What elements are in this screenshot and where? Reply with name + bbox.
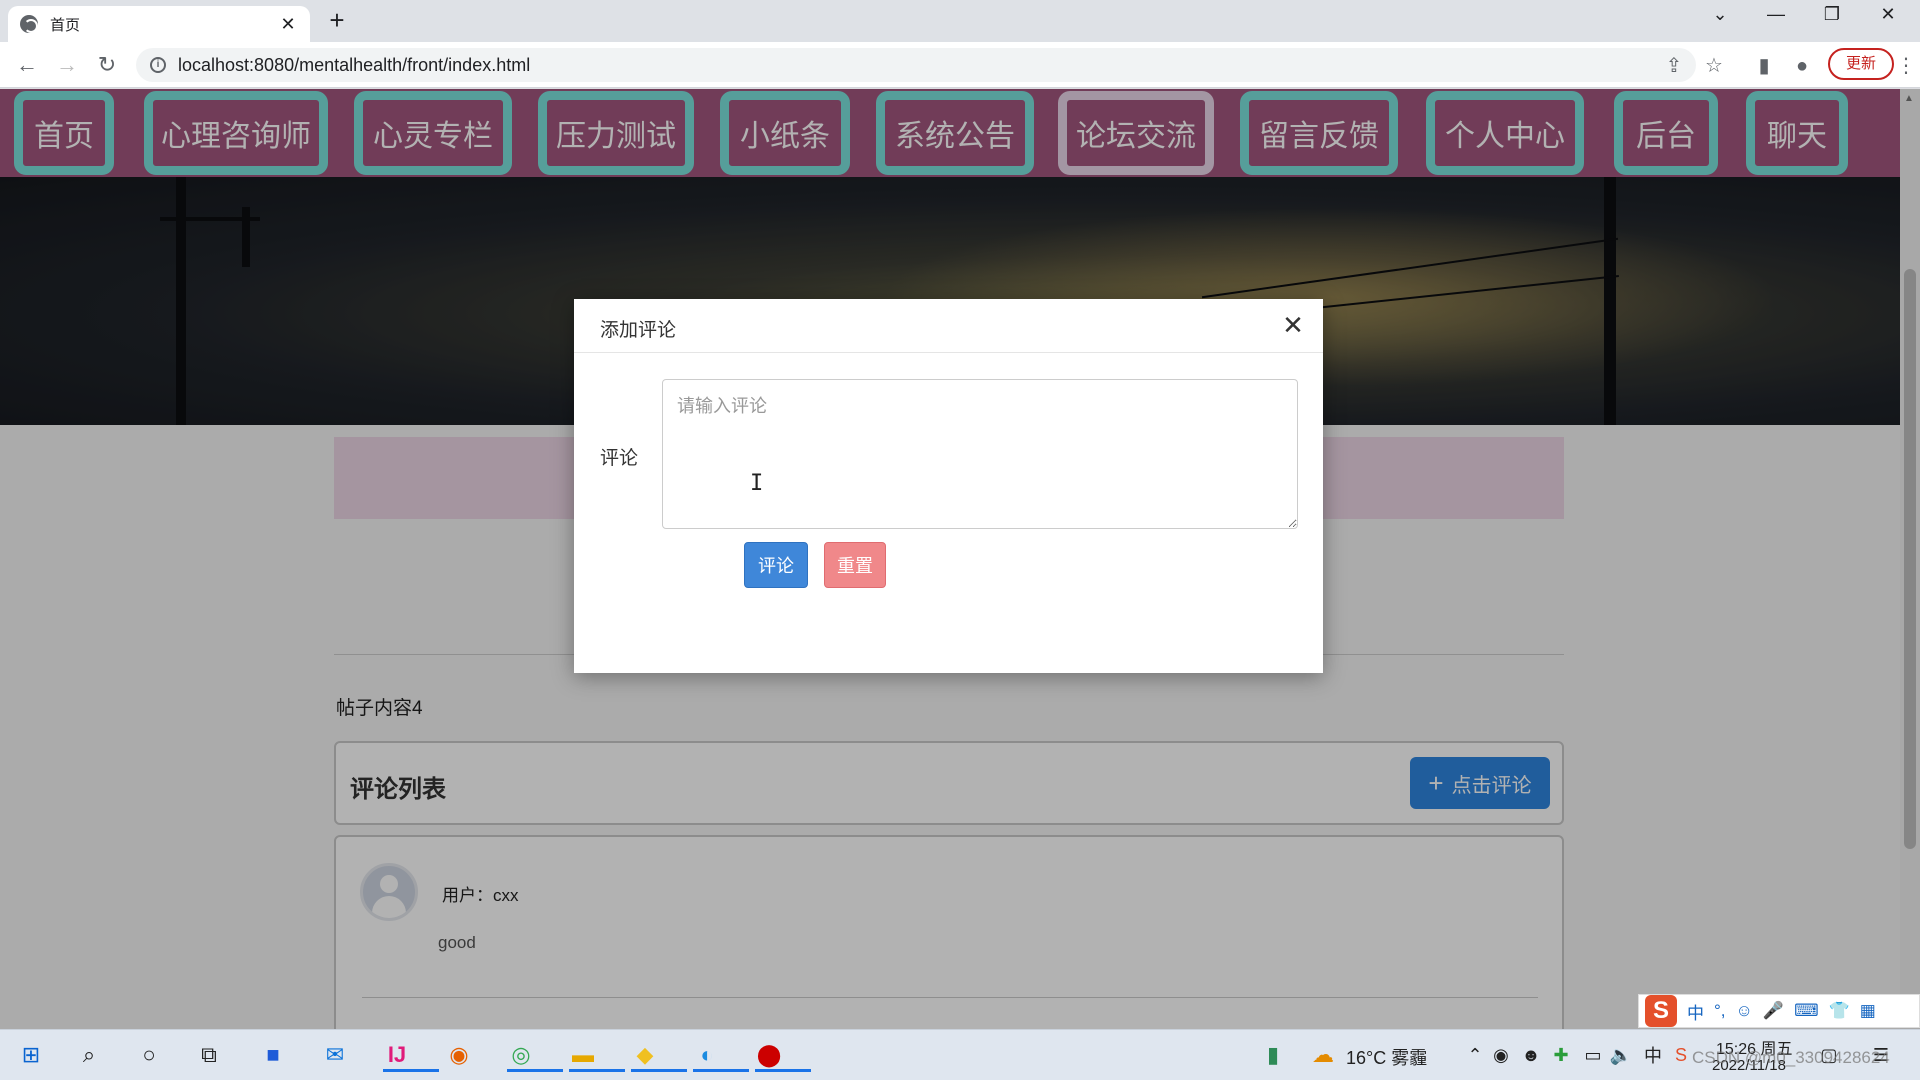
minimize-icon[interactable]: — [1756, 4, 1796, 25]
dialog-header: 添加评论 ✕ [574, 299, 1323, 353]
file-explorer-icon[interactable]: ▬ [566, 1038, 625, 1072]
browser-tab[interactable]: 首页 ✕ [8, 6, 310, 42]
windows-taskbar: ⊞ ⌕ ○ ⧉ ■ ✉ IJ ◉ ◎ ▬ ◆ ◐ ⬤ ▮ ☁ 16°C 雾霾 ⌃… [0, 1029, 1920, 1080]
side-panel-icon[interactable]: ▮ [1752, 54, 1776, 78]
address-toolbar: ← → ↻ i localhost:8080/mentalhealth/fron… [0, 42, 1920, 88]
forward-icon[interactable]: → [52, 50, 82, 80]
ime-keyboard-icon[interactable]: ⌨ [1794, 1001, 1819, 1021]
volume-icon[interactable]: 🔈 [1604, 1038, 1638, 1072]
ime-voice-icon[interactable]: 🎤 [1763, 1001, 1784, 1021]
ime-punctuation-icon[interactable]: °, [1714, 1001, 1726, 1021]
share-icon[interactable]: ⇪ [1662, 54, 1686, 78]
restore-icon[interactable]: ❐ [1812, 4, 1852, 25]
weather-icon[interactable]: ☁ [1306, 1038, 1340, 1072]
browser-app-icon[interactable]: ◐ [690, 1038, 749, 1072]
tab-close-icon[interactable]: ✕ [278, 14, 298, 35]
cortana-icon[interactable]: ○ [132, 1038, 166, 1072]
window-close-icon[interactable]: ✕ [1868, 4, 1908, 25]
dialog-title: 添加评论 [600, 320, 677, 341]
mail-icon[interactable]: ✉ [318, 1038, 352, 1072]
ime-toolbar[interactable]: S 中 °, ☺ 🎤 ⌨ 👕 ▦ [1638, 994, 1920, 1028]
tray-record-icon[interactable]: ◉ [1484, 1038, 1518, 1072]
search-icon[interactable]: ⌕ [72, 1038, 106, 1072]
qq-icon[interactable]: ☻ [1514, 1038, 1548, 1072]
menu-kebab-icon[interactable]: ⋮ [1894, 54, 1918, 78]
profile-icon[interactable]: ● [1790, 54, 1814, 78]
ime-skin-icon[interactable]: 👕 [1829, 1001, 1850, 1021]
notes-app-icon[interactable]: ◆ [628, 1038, 687, 1072]
ime-emoji-icon[interactable]: ☺ [1736, 1001, 1753, 1021]
reload-icon[interactable]: ↻ [92, 50, 122, 80]
sogou-ime-icon[interactable]: S [1645, 995, 1677, 1027]
tab-title: 首页 [50, 16, 81, 34]
site-info-icon[interactable]: i [150, 57, 166, 73]
dialog-close-icon[interactable]: ✕ [1279, 311, 1307, 339]
security-icon[interactable]: ✚ [1544, 1038, 1578, 1072]
chrome-icon[interactable]: ◎ [504, 1038, 563, 1072]
submit-comment-button[interactable]: 评论 [744, 542, 808, 588]
windows-start-icon[interactable]: ⊞ [14, 1038, 48, 1072]
browser-tab-bar: 首页 ✕ + ⌄ — ❐ ✕ [0, 0, 1920, 42]
update-button[interactable]: 更新 [1828, 48, 1894, 80]
task-view-icon[interactable]: ⧉ [192, 1038, 226, 1072]
new-tab-button[interactable]: + [322, 6, 352, 36]
comment-textarea[interactable] [662, 379, 1298, 529]
back-icon[interactable]: ← [12, 50, 42, 80]
reset-button[interactable]: 重置 [824, 542, 886, 588]
ime-menu-icon[interactable]: ▦ [1860, 1001, 1876, 1021]
weather-text[interactable]: 16°C 雾霾 [1346, 1044, 1427, 1070]
store-icon[interactable]: ■ [256, 1038, 290, 1072]
add-comment-dialog: 添加评论 ✕ 评论 I 评论 重置 [574, 299, 1323, 673]
url-text: localhost:8080/mentalhealth/front/index.… [178, 54, 531, 75]
battery-app-icon[interactable]: ▮ [1256, 1038, 1290, 1072]
firefox-icon[interactable]: ◉ [442, 1038, 476, 1072]
tab-search-icon[interactable]: ⌄ [1700, 4, 1740, 25]
comment-field-label: 评论 [600, 448, 639, 469]
globe-icon [20, 15, 38, 33]
ime-language[interactable]: 中 [1687, 999, 1704, 1024]
recorder-icon[interactable]: ⬤ [752, 1038, 811, 1072]
text-cursor-icon: I [750, 471, 764, 496]
bookmark-star-icon[interactable]: ☆ [1702, 54, 1726, 78]
watermark: CSDN @m0_3309428624 [1692, 1048, 1890, 1067]
address-bar[interactable]: i localhost:8080/mentalhealth/front/inde… [136, 48, 1696, 82]
intellij-icon[interactable]: IJ [380, 1038, 439, 1072]
